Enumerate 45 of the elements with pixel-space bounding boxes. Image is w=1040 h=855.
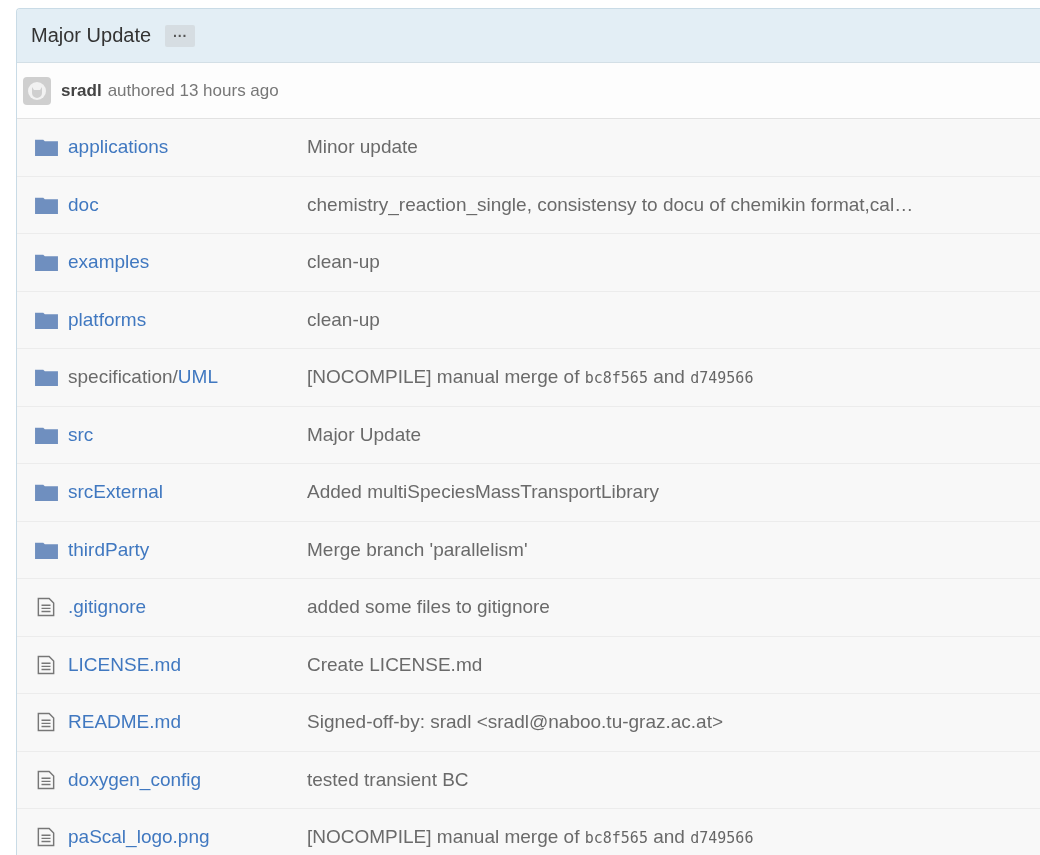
folder-icon bbox=[35, 540, 58, 559]
folder-icon bbox=[35, 310, 58, 329]
commit-message: Major Update bbox=[31, 24, 152, 47]
file-link[interactable]: thirdParty bbox=[68, 538, 150, 561]
folder-icon bbox=[35, 483, 58, 502]
folder-icon bbox=[35, 253, 58, 272]
file-link[interactable]: src bbox=[68, 423, 94, 446]
file-icon bbox=[37, 712, 55, 733]
commit-link[interactable]: clean-up bbox=[307, 251, 380, 274]
file-link[interactable]: srcExternal bbox=[68, 481, 164, 504]
commit-link[interactable]: tested transient BC bbox=[307, 768, 469, 791]
file-link[interactable]: doxygen_config bbox=[68, 768, 202, 791]
commit-link[interactable]: Signed-off-by: sradl <sradl@naboo.tu-graz.ac.at> bbox=[307, 711, 724, 734]
commit-link[interactable]: chemistry_reaction_single, consistensy to docu of chemikin format,cal… bbox=[307, 193, 914, 216]
folder-icon bbox=[35, 138, 58, 157]
folder-icon bbox=[35, 368, 58, 387]
file-icon bbox=[37, 827, 55, 848]
file-link[interactable]: examples bbox=[68, 251, 150, 274]
commit-link[interactable]: Added multiSpeciesMassTransportLibrary bbox=[307, 481, 659, 504]
commit-link[interactable]: Create LICENSE.md bbox=[307, 653, 483, 676]
file-link[interactable]: doc bbox=[68, 193, 99, 216]
folder-icon bbox=[35, 425, 58, 444]
commit-link[interactable]: [NOCOMPILE] manual merge of bc8f565 and d749566 bbox=[307, 826, 754, 849]
file-icon bbox=[37, 597, 55, 618]
commit-link[interactable]: [NOCOMPILE] manual merge of bc8f565 and d749566 bbox=[307, 366, 754, 389]
file-link[interactable]: UML bbox=[177, 366, 218, 388]
expand-button[interactable]: ··· bbox=[165, 24, 196, 47]
file-icon bbox=[37, 654, 55, 675]
commit-link[interactable]: Minor update bbox=[307, 136, 418, 159]
file-link[interactable]: README.md bbox=[68, 711, 181, 734]
author-link[interactable]: sradl bbox=[61, 80, 102, 101]
file-link[interactable]: paScal_logo.png bbox=[68, 826, 210, 849]
file-link[interactable]: .gitignore bbox=[68, 596, 147, 619]
file-link[interactable]: LICENSE.md bbox=[68, 653, 181, 676]
folder-icon bbox=[35, 195, 58, 214]
commit-link[interactable]: Major Update bbox=[307, 423, 422, 446]
folder-path: specification/ bbox=[68, 366, 178, 388]
file-icon bbox=[37, 769, 55, 790]
file-link[interactable]: applications bbox=[68, 136, 169, 159]
commit-link[interactable]: clean-up bbox=[307, 308, 380, 331]
file-link[interactable]: platforms bbox=[68, 308, 147, 331]
avatar-icon bbox=[23, 76, 51, 105]
commit-link[interactable]: added some files to gitignore bbox=[307, 596, 550, 619]
authored-time: authored 13 hours ago bbox=[107, 80, 279, 101]
commit-link[interactable]: Merge branch 'parallelism' bbox=[307, 538, 528, 561]
